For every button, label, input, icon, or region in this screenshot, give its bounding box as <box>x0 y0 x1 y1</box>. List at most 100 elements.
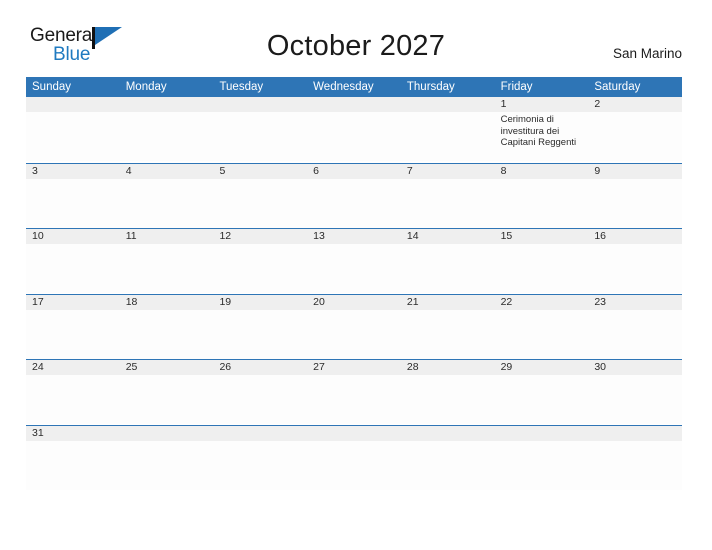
day-number[interactable]: 3 <box>26 164 120 179</box>
day-number[interactable]: 18 <box>120 295 214 310</box>
week-date-band: 10 11 12 13 14 15 16 <box>26 229 682 244</box>
day-number[interactable]: 28 <box>401 360 495 375</box>
weekday-header-row: Sunday Monday Tuesday Wednesday Thursday… <box>26 77 682 97</box>
day-event <box>213 441 307 490</box>
day-number[interactable] <box>588 426 682 441</box>
day-number[interactable]: 5 <box>213 164 307 179</box>
week-date-band: 1 2 <box>26 97 682 112</box>
day-number[interactable]: 12 <box>213 229 307 244</box>
week-row: 10 11 12 13 14 15 16 <box>26 228 682 294</box>
day-number[interactable]: 24 <box>26 360 120 375</box>
page-title: October 2027 <box>266 30 446 62</box>
day-number[interactable]: 29 <box>495 360 589 375</box>
day-number[interactable]: 11 <box>120 229 214 244</box>
day-event <box>26 244 120 293</box>
day-event <box>26 310 120 359</box>
day-event <box>213 112 307 161</box>
day-event <box>307 441 401 490</box>
day-number[interactable] <box>307 426 401 441</box>
weekday-sunday: Sunday <box>32 81 72 93</box>
weekday-saturday: Saturday <box>594 81 641 93</box>
week-event-band <box>26 244 682 293</box>
day-event <box>120 179 214 228</box>
day-event <box>120 375 214 424</box>
day-number[interactable] <box>495 426 589 441</box>
day-number[interactable] <box>213 97 307 112</box>
day-number[interactable]: 4 <box>120 164 214 179</box>
weekday-tuesday: Tuesday <box>219 81 264 93</box>
day-event <box>495 441 589 490</box>
day-event <box>495 310 589 359</box>
day-number[interactable] <box>120 426 214 441</box>
week-event-band <box>26 309 682 359</box>
day-number[interactable]: 25 <box>120 360 214 375</box>
day-number[interactable]: 22 <box>495 295 589 310</box>
day-number[interactable]: 27 <box>307 360 401 375</box>
weekday-wednesday: Wednesday <box>313 81 374 93</box>
day-number[interactable] <box>26 97 120 112</box>
day-number[interactable] <box>401 426 495 441</box>
day-event <box>401 310 495 359</box>
country-label: San Marino <box>612 46 682 61</box>
day-number[interactable]: 16 <box>588 229 682 244</box>
day-event <box>401 441 495 490</box>
day-number[interactable]: 15 <box>495 229 589 244</box>
day-event <box>401 112 495 161</box>
day-number[interactable] <box>120 97 214 112</box>
day-number[interactable]: 14 <box>401 229 495 244</box>
weekday-thursday: Thursday <box>406 81 455 93</box>
week-event-band <box>26 440 682 490</box>
day-number[interactable]: 31 <box>26 426 120 441</box>
day-event <box>401 179 495 228</box>
day-event <box>401 244 495 293</box>
day-event <box>588 375 682 424</box>
week-row: 1 2 Cerimonia di investitura dei Capitan… <box>26 97 682 163</box>
day-number[interactable] <box>307 97 401 112</box>
day-event <box>213 244 307 293</box>
day-number[interactable]: 7 <box>401 164 495 179</box>
day-number[interactable]: 6 <box>307 164 401 179</box>
day-number[interactable] <box>213 426 307 441</box>
day-event <box>495 375 589 424</box>
day-event <box>588 310 682 359</box>
day-number[interactable]: 26 <box>213 360 307 375</box>
day-event <box>120 112 214 161</box>
day-event <box>588 179 682 228</box>
day-event <box>307 112 401 161</box>
day-event <box>588 441 682 490</box>
week-row: 31 <box>26 424 682 491</box>
day-number[interactable]: 20 <box>307 295 401 310</box>
day-number[interactable] <box>401 97 495 112</box>
week-event-band <box>26 375 682 424</box>
day-event <box>588 244 682 293</box>
weekday-monday: Monday <box>125 81 167 93</box>
day-number[interactable]: 2 <box>588 97 682 112</box>
day-event <box>307 179 401 228</box>
day-number[interactable]: 9 <box>588 164 682 179</box>
week-event-band <box>26 178 682 228</box>
day-number[interactable]: 17 <box>26 295 120 310</box>
week-row: 17 18 19 20 21 22 23 <box>26 293 682 360</box>
day-number[interactable]: 8 <box>495 164 589 179</box>
day-number[interactable]: 13 <box>307 229 401 244</box>
week-date-band: 3 4 5 6 7 8 9 <box>26 163 682 179</box>
day-event <box>307 375 401 424</box>
week-row: 3 4 5 6 7 8 9 <box>26 162 682 229</box>
day-number[interactable]: 30 <box>588 360 682 375</box>
day-event <box>213 179 307 228</box>
weekday-friday: Friday <box>500 81 533 93</box>
day-event <box>26 112 120 161</box>
day-event <box>307 244 401 293</box>
day-event <box>495 179 589 228</box>
day-number[interactable]: 1 <box>495 97 589 112</box>
day-event <box>26 179 120 228</box>
day-event: Cerimonia di investitura dei Capitani Re… <box>500 114 577 148</box>
week-date-band: 17 18 19 20 21 22 23 <box>26 294 682 310</box>
day-number[interactable]: 23 <box>588 295 682 310</box>
day-number[interactable]: 21 <box>401 295 495 310</box>
week-event-band: Cerimonia di investitura dei Capitani Re… <box>26 112 682 161</box>
day-event <box>307 310 401 359</box>
day-number[interactable]: 10 <box>26 229 120 244</box>
day-number[interactable]: 19 <box>213 295 307 310</box>
page-header: General Blue October 2027 San Marino <box>0 0 712 64</box>
